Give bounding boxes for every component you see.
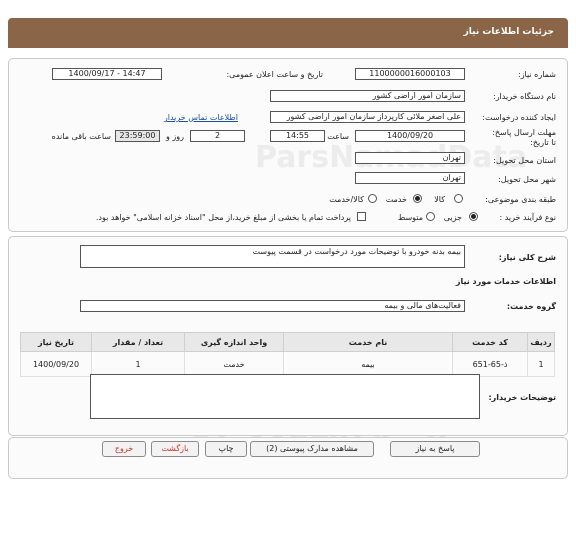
remaining-time-field: 23:59:00 <box>115 130 160 142</box>
category-goods-service-label: کالا/خدمت <box>329 195 364 204</box>
cell-date: 1400/09/20 <box>20 351 92 377</box>
deadline-label: مهلت ارسال پاسخ: تا تاریخ: <box>492 128 556 147</box>
province-label: استان محل تحویل: <box>493 156 556 165</box>
need-number-label: شماره نیاز: <box>518 70 556 79</box>
category-goods-label: کالا <box>434 195 445 204</box>
treasury-checkbox[interactable] <box>357 212 366 221</box>
buyer-org-label: نام دستگاه خریدار: <box>493 92 556 101</box>
col-unit-header: واحد اندازه گیری <box>184 332 284 352</box>
page-title: جزئیات اطلاعات نیاز <box>463 27 554 37</box>
col-date-header: تاریخ نیاز <box>20 332 92 352</box>
page-header: جزئیات اطلاعات نیاز <box>8 18 568 48</box>
col-code-header: کد خدمت <box>452 332 528 352</box>
cell-qty: 1 <box>91 351 185 377</box>
print-button[interactable]: چاپ <box>205 441 247 457</box>
deadline-time-field: 14:55 <box>270 130 325 142</box>
purchase-medium-label: متوسط <box>397 213 423 222</box>
buyer-notes-label: توضیحات خریدار: <box>488 393 556 402</box>
service-group-label: گروه خدمت: <box>506 302 556 311</box>
purchase-medium-radio[interactable] <box>426 212 435 221</box>
cell-unit: خدمت <box>184 351 284 377</box>
treasury-note: پرداخت تمام یا بخشی از مبلغ خرید،از محل … <box>95 213 351 222</box>
category-service-label: خدمت <box>385 195 407 204</box>
buyer-contact-link[interactable]: اطلاعات تماس خریدار <box>164 113 238 122</box>
need-info-panel <box>8 58 568 232</box>
deadline-date-field: 1400/09/20 <box>355 130 465 142</box>
city-label: شهر محل تحویل: <box>498 175 556 184</box>
days-left-field: 2 <box>190 130 245 142</box>
purchase-partial-label: جزیی <box>443 213 462 222</box>
remaining-time-label: ساعت باقی مانده <box>51 132 111 141</box>
category-service-radio[interactable] <box>413 194 422 203</box>
category-goods-service-radio[interactable] <box>368 194 377 203</box>
reply-button[interactable]: پاسخ به نیاز <box>390 441 480 457</box>
announce-datetime-label: تاریخ و ساعت اعلان عمومی: <box>226 70 323 79</box>
services-table: ردیف کد خدمت نام خدمت واحد اندازه گیری ت… <box>20 332 555 377</box>
cell-name: بیمه <box>283 351 453 377</box>
attachments-button[interactable]: مشاهده مدارک پیوستی (2) <box>250 441 374 457</box>
service-group-field: فعالیت‌های مالی و بیمه <box>80 300 465 312</box>
need-number-field: 1100000016000103 <box>355 68 465 80</box>
buyer-org-field: سازمان امور اراضی کشور <box>270 90 465 102</box>
table-row: 1 ذ-65-651 بیمه خدمت 1 1400/09/20 <box>20 351 555 377</box>
exit-button[interactable]: خروج <box>102 441 146 457</box>
deadline-time-label: ساعت <box>327 132 349 141</box>
requester-label: ایجاد کننده درخواست: <box>482 113 556 122</box>
col-qty-header: تعداد / مقدار <box>91 332 185 352</box>
table-header-row: ردیف کد خدمت نام خدمت واحد اندازه گیری ت… <box>20 332 555 352</box>
requester-field: علی اصغر ملائی کارپرداز سازمان امور اراض… <box>270 111 465 123</box>
cell-code: ذ-65-651 <box>452 351 528 377</box>
description-label: شرح کلی نیاز: <box>498 253 556 262</box>
announce-datetime-field: 1400/09/17 - 14:47 <box>52 68 162 80</box>
days-left-label: روز و <box>166 132 184 141</box>
description-field: بیمه بدنه خودرو با توضیحات مورد درخواست … <box>80 245 465 268</box>
col-row-header: ردیف <box>527 332 555 352</box>
city-field: تهران <box>355 172 465 184</box>
category-label: طبقه بندی موضوعی: <box>485 195 556 204</box>
col-name-header: نام خدمت <box>283 332 453 352</box>
purchase-partial-radio[interactable] <box>469 212 478 221</box>
purchase-type-label: نوع فرآیند خرید : <box>499 213 556 222</box>
province-field: تهران <box>355 152 465 164</box>
category-goods-radio[interactable] <box>454 194 463 203</box>
back-button[interactable]: بازگشت <box>151 441 199 457</box>
cell-row: 1 <box>527 351 555 377</box>
buyer-notes-field <box>90 374 480 419</box>
services-section-title: اطلاعات خدمات مورد نیاز <box>455 277 556 286</box>
